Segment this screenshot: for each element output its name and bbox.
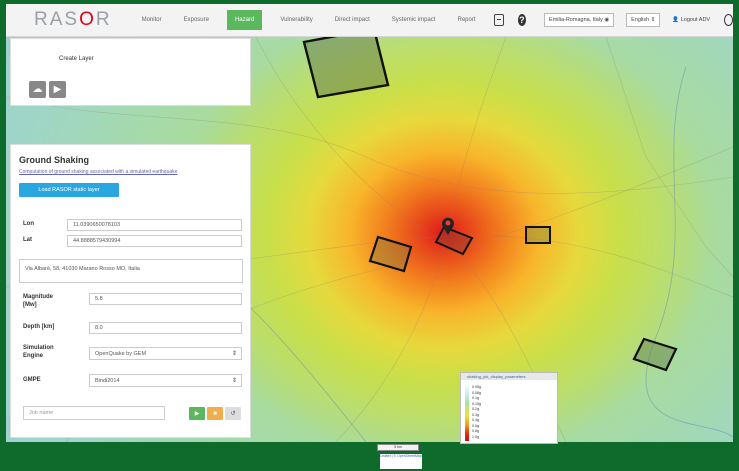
- region-select-value: Emilia-Romagna, Italy: [549, 17, 603, 23]
- engine-select[interactable]: OpenQuake by GEM ⇕: [89, 347, 242, 360]
- gmpe-select-value: Bindi2014: [95, 377, 120, 384]
- run-button[interactable]: ▶: [189, 407, 205, 420]
- chevron-down-icon: ⇕: [231, 378, 237, 384]
- engine-select-value: OpenQuake by GEM: [95, 350, 147, 357]
- legend-item: 0.6g: [472, 429, 479, 433]
- ground-shaking-panel: Ground Shaking Computation of ground sha…: [10, 144, 251, 438]
- legend-title: shaking_job_display_parameters: [461, 373, 557, 380]
- exposure-area-3[interactable]: [434, 225, 474, 256]
- lon-input[interactable]: 11.0390650078103: [67, 219, 242, 231]
- exposure-area-1[interactable]: [302, 37, 390, 99]
- legend-item: 0.3g: [472, 412, 479, 417]
- legend-item: 0.4g: [472, 418, 479, 422]
- ground-shaking-title: Ground Shaking: [19, 155, 90, 165]
- legend-item: 0.2g: [472, 407, 479, 411]
- gmpe-label: GMPE: [23, 377, 41, 383]
- gmpe-select[interactable]: Bindi2014 ⇕: [89, 374, 242, 387]
- load-static-layer-button[interactable]: Load RASOR static layer: [19, 183, 119, 197]
- legend-item: 0.08g: [472, 390, 481, 395]
- nav-vulnerability[interactable]: Vulnerability: [276, 14, 316, 26]
- legend-item: 0.5g: [472, 423, 479, 428]
- logo-suffix: R: [95, 9, 112, 30]
- lat-label: Lat: [23, 237, 32, 243]
- nav-monitor[interactable]: Monitor: [138, 14, 166, 26]
- job-name-input[interactable]: Job name: [23, 406, 165, 420]
- play-icon[interactable]: ▶: [49, 81, 66, 98]
- address-textarea[interactable]: Via Albarè, 58, 41030 Marano Rosso MO, I…: [19, 259, 243, 283]
- magnitude-input[interactable]: 5.8: [89, 293, 242, 305]
- logo-accent: O: [79, 9, 96, 30]
- depth-label: Depth [km]: [23, 324, 55, 330]
- user-label: Logout ADV: [680, 17, 711, 23]
- nav-exposure[interactable]: Exposure: [180, 14, 213, 26]
- language-select[interactable]: English ⇕: [626, 13, 661, 27]
- exposure-area-4[interactable]: [525, 226, 551, 244]
- exposure-area-5[interactable]: [632, 337, 678, 372]
- nav-systemic-impact[interactable]: Systemic impact: [388, 14, 440, 26]
- ground-shaking-description[interactable]: Computation of ground shaking associated…: [19, 169, 177, 175]
- language-select-value: English: [631, 17, 650, 23]
- logout-link[interactable]: 👤 Logout ADV: [672, 17, 710, 23]
- lat-input[interactable]: 44.8888579430994: [67, 235, 242, 247]
- cloud-icon[interactable]: ☁: [29, 81, 46, 98]
- nav-direct-impact[interactable]: Direct impact: [331, 14, 374, 26]
- map-scale-bar: 5 km: [377, 444, 419, 451]
- magnitude-label: Magnitude [Mw]: [23, 294, 53, 308]
- help-icon[interactable]: ?: [517, 14, 527, 26]
- chevron-down-icon: ⇕: [231, 351, 237, 357]
- exposure-area-2[interactable]: [368, 235, 413, 273]
- legend-item: 0.05g: [472, 385, 481, 389]
- reset-button[interactable]: ↺: [225, 407, 241, 420]
- legend-item: 0.1g: [472, 396, 479, 400]
- screen-frame: RASOR Monitor Exposure Hazard Vulnerabil…: [0, 0, 739, 471]
- depth-input[interactable]: 8.0: [89, 322, 242, 334]
- create-layer-panel: Create Layer ☁ ▶: [10, 38, 251, 106]
- region-select[interactable]: Emilia-Romagna, Italy ◉: [544, 13, 615, 27]
- top-navigation-bar: RASOR Monitor Exposure Hazard Vulnerabil…: [6, 4, 733, 37]
- map-attribution[interactable]: Leaflet | © OpenStreetMap: [380, 454, 422, 469]
- rasor-logo[interactable]: RASOR: [34, 9, 112, 31]
- table-icon[interactable]: [493, 14, 504, 26]
- nav-hazard[interactable]: Hazard: [226, 10, 263, 30]
- engine-label: Simulation Engine: [23, 345, 54, 359]
- logo-prefix: RAS: [34, 9, 80, 30]
- create-layer-title[interactable]: Create Layer: [59, 56, 94, 62]
- legend-item: 1.0g: [472, 434, 479, 439]
- map-legend[interactable]: shaking_job_display_parameters 0.05g 0.0…: [460, 372, 558, 444]
- stop-button[interactable]: ■: [207, 407, 223, 420]
- legend-item: 0.15g: [472, 401, 481, 406]
- nav-report[interactable]: Report: [453, 14, 479, 26]
- legend-color-ramp: [465, 383, 469, 441]
- globe-icon[interactable]: [724, 14, 733, 26]
- lon-label: Lon: [23, 221, 34, 227]
